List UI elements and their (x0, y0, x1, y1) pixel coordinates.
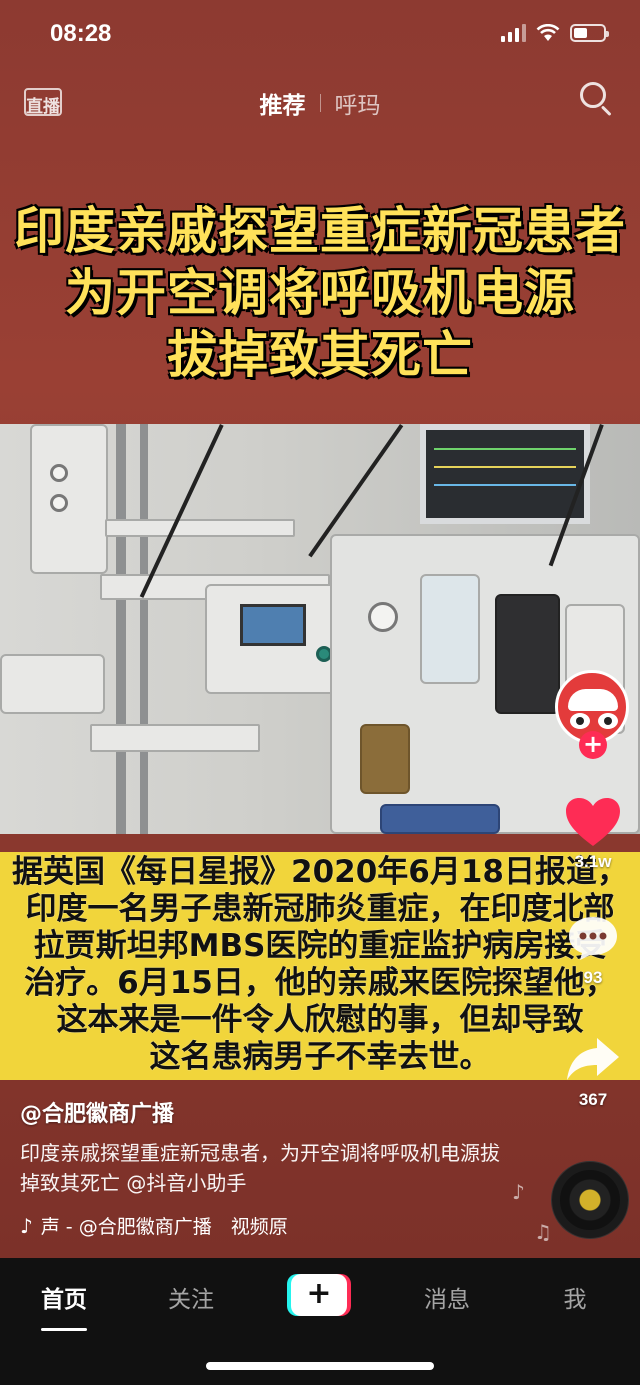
headline-line-1: 印度亲戚探望重症新冠患者 (14, 202, 626, 260)
cellular-signal-icon (501, 24, 526, 42)
like-button[interactable]: 3.1w (560, 796, 626, 872)
share-button[interactable]: 367 (560, 1036, 626, 1110)
author-name[interactable]: @合肥徽商广播 (20, 1096, 174, 1128)
caption-line: 拉贾斯坦邦MBS医院的重症监护病房接受 (33, 928, 607, 964)
tab-following[interactable]: 关注 (146, 1280, 236, 1314)
floating-note-icon: ♫ (534, 1220, 552, 1244)
battery-icon (570, 24, 609, 42)
tab-local[interactable]: 呼玛 (335, 86, 381, 120)
caption-line: 治疗。6月15日，他的亲戚来医院探望他， (24, 965, 616, 1001)
headline-line-2: 为开空调将呼吸机电源 (65, 264, 575, 322)
follow-button[interactable]: + (579, 731, 607, 759)
video-description[interactable]: 印度亲戚探望重症新冠患者，为开空调将呼吸机电源拔掉致其死亡 @抖音小助手 (20, 1138, 500, 1198)
comment-count: 93 (583, 968, 603, 987)
tab-me[interactable]: 我 (530, 1280, 620, 1314)
caption-line: 据英国《每日星报》2020年6月18日报道， (12, 854, 628, 890)
music-info[interactable]: ♪ 声 - @合肥徽商广播 视频原 (20, 1212, 350, 1239)
video-player[interactable]: 印度亲戚探望重症新冠患者 为开空调将呼吸机电源 拔掉致其死亡 据英国《每日星报》… (0, 0, 640, 1258)
share-icon (565, 1036, 621, 1082)
video-caption-box: 据英国《每日星报》2020年6月18日报道， 印度一名男子患新冠肺炎重症，在印度… (0, 852, 640, 1080)
status-icons (501, 24, 609, 42)
headline-line-3: 拔掉致其死亡 (167, 326, 473, 384)
search-icon[interactable] (578, 80, 614, 117)
music-disc-icon[interactable] (552, 1162, 628, 1238)
floating-note-icon: ♪ (512, 1180, 525, 1204)
video-headline: 印度亲戚探望重症新冠患者 为开空调将呼吸机电源 拔掉致其死亡 (0, 200, 640, 386)
tab-home[interactable]: 首页 (19, 1280, 109, 1314)
heart-icon (564, 796, 622, 848)
tab-divider (319, 94, 321, 112)
caption-line: 这本来是一件令人欣慰的事，但却导致 (56, 1002, 584, 1038)
music-title: 声 - @合肥徽商广播 视频原 (40, 1216, 288, 1238)
status-time: 08:28 (50, 20, 112, 47)
create-button[interactable]: + (287, 1274, 351, 1316)
video-frame-image (0, 424, 640, 834)
active-tab-indicator (41, 1328, 87, 1331)
home-indicator[interactable] (206, 1362, 434, 1370)
share-count: 367 (578, 1090, 608, 1109)
caption-line: 这名患病男子不幸去世。 (149, 1039, 491, 1075)
top-tabs: 推荐 呼玛 (0, 86, 640, 120)
tab-recommend[interactable]: 推荐 (260, 86, 306, 120)
app-screen: 印度亲戚探望重症新冠患者 为开空调将呼吸机电源 拔掉致其死亡 据英国《每日星报》… (0, 0, 640, 1385)
comment-icon (565, 914, 621, 962)
music-note-icon: ♪ (20, 1213, 33, 1238)
caption-line: 印度一名男子患新冠肺炎重症，在印度北部 (25, 891, 615, 927)
wifi-icon (536, 24, 560, 42)
comment-button[interactable]: 93 (560, 914, 626, 988)
like-count: 3.1w (574, 852, 612, 871)
create-label: + (291, 1274, 347, 1316)
tab-messages[interactable]: 消息 (402, 1280, 492, 1314)
